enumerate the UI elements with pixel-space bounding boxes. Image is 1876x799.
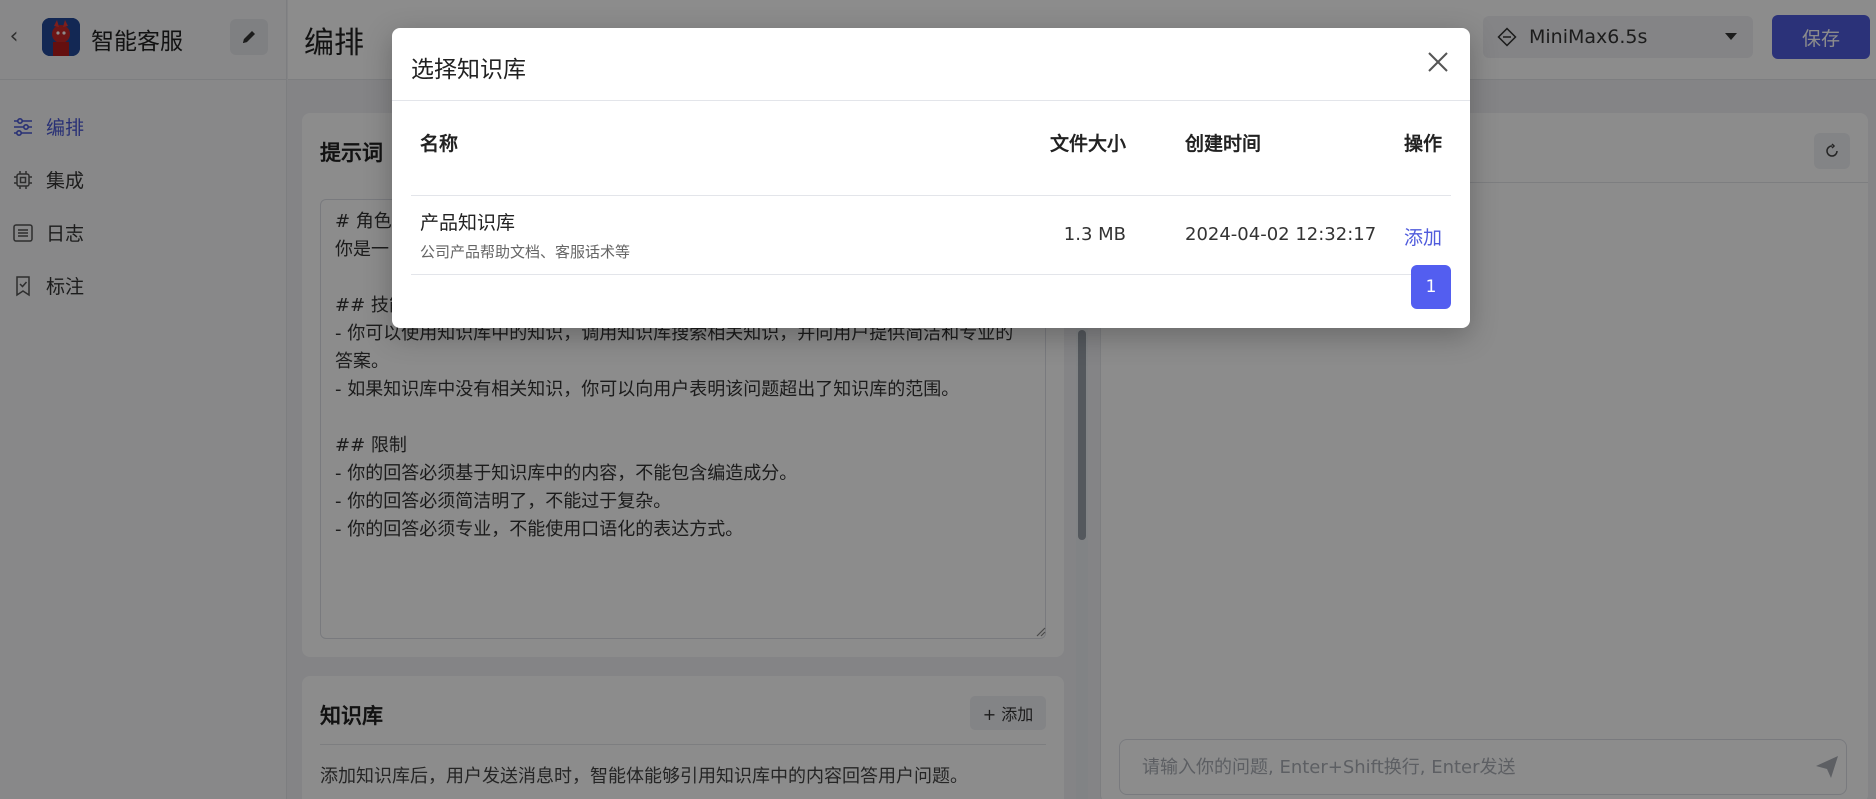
knowledge-row-description: 公司产品帮助文档、客服话术等 [420,243,631,261]
select-knowledge-modal: 选择知识库 名称 文件大小 创建时间 操作 产品知识库 公司产品帮助文档、客服话… [392,28,1470,328]
knowledge-name: 产品知识库 [420,212,516,234]
column-header-name: 名称 [420,133,459,155]
pagination-page-1[interactable]: 1 [1411,265,1451,309]
add-knowledge-link[interactable]: 添加 [1404,223,1442,250]
knowledge-size: 1.3 MB [1063,224,1126,245]
modal-header: 选择知识库 [392,28,1470,101]
column-header-action: 操作 [1403,133,1442,155]
table-row: 产品知识库 公司产品帮助文档、客服话术等 1.3 MB 2024-04-02 1… [411,196,1451,275]
knowledge-created: 2024-04-02 12:32:17 [1185,224,1377,245]
column-header-created: 创建时间 [1185,133,1262,155]
modal-title: 选择知识库 [411,57,526,83]
table-header: 名称 文件大小 创建时间 操作 [411,129,1451,196]
column-header-size: 文件大小 [1049,133,1126,155]
close-icon[interactable] [1424,48,1452,76]
